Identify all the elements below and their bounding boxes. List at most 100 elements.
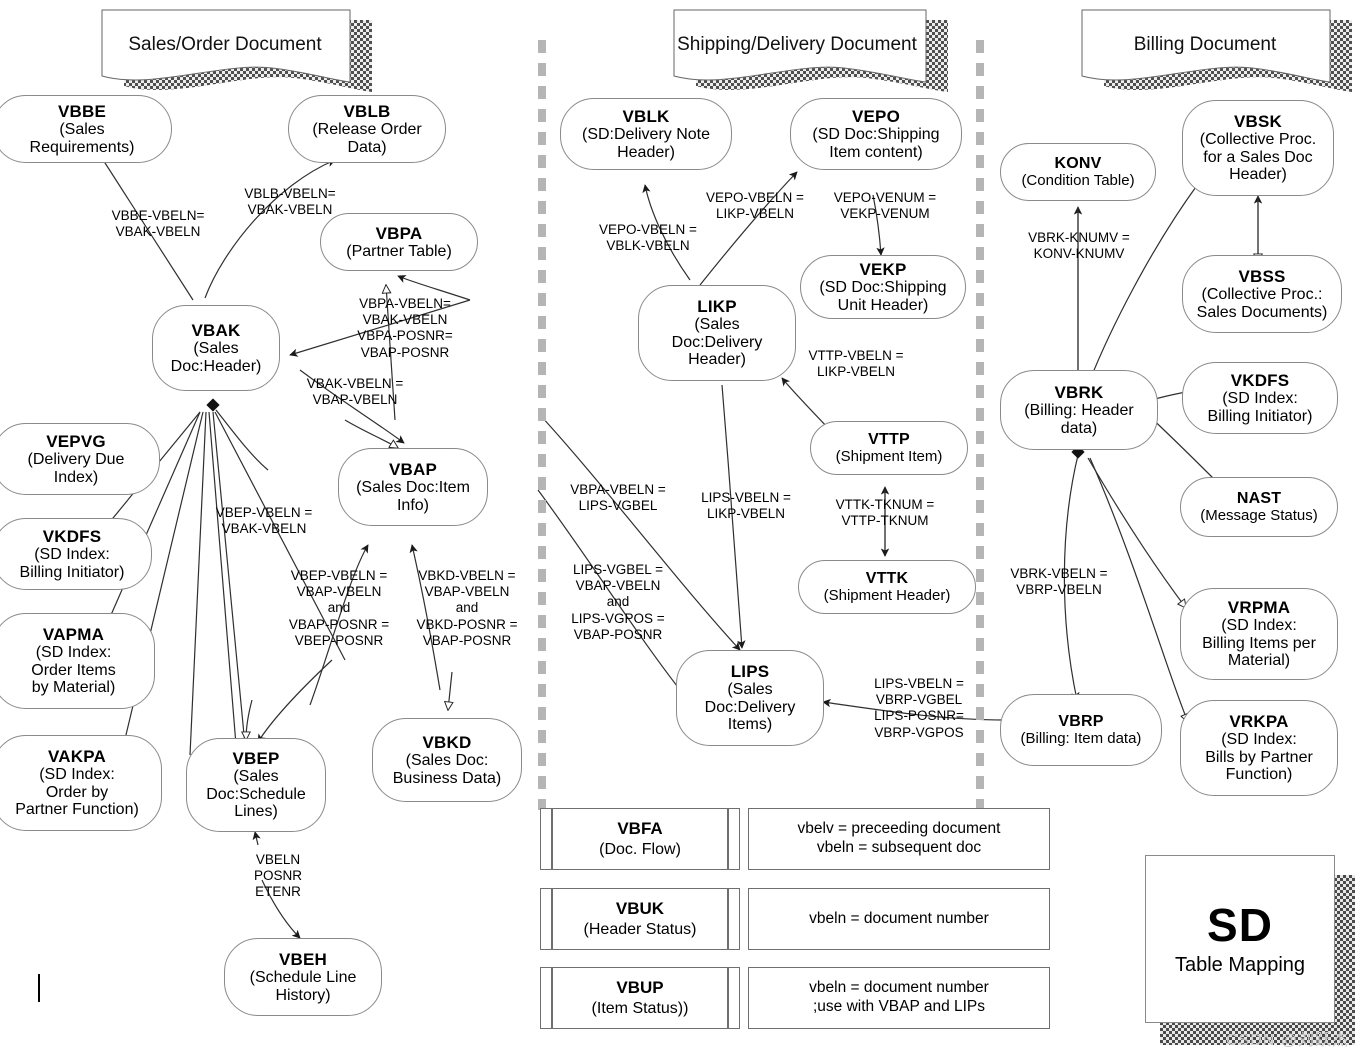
node-VBSK-desc: (Collective Proc. for a Sales Doc Header… xyxy=(1199,130,1317,184)
node-VRPMA-desc: (SD Index: Billing Items per Material) xyxy=(1202,616,1316,670)
node-VRPMA[interactable]: VRPMA (SD Index: Billing Items per Mater… xyxy=(1180,588,1338,680)
node-KONV[interactable]: KONV (Condition Table) xyxy=(1000,143,1156,201)
legend-vbfa-desc: (Doc. Flow) xyxy=(599,840,681,858)
node-VBRK-name: VBRK xyxy=(1054,382,1104,402)
node-VAPMA[interactable]: VAPMA (SD Index: Order Items by Material… xyxy=(0,613,155,709)
node-LIKP-desc: (Sales Doc:Delivery Header) xyxy=(671,315,763,369)
legend-text-vbup: vbeln = document number ;use with VBAP a… xyxy=(748,967,1050,1029)
node-VBSS-desc: (Collective Proc.: Sales Documents) xyxy=(1196,285,1328,321)
node-VBLB[interactable]: VBLB (Release Order Data) xyxy=(288,95,446,163)
node-VKDFS-right[interactable]: VKDFS (SD Index: Billing Initiator) xyxy=(1182,362,1338,434)
node-VKDFS-right-desc: (SD Index: Billing Initiator) xyxy=(1207,389,1313,425)
node-VBAK[interactable]: VBAK (Sales Doc:Header) xyxy=(152,305,280,391)
node-NAST-name: NAST xyxy=(1236,489,1282,507)
edge-label-lips-likp: LIPS-VBELN = LIKP-VBELN xyxy=(701,490,791,522)
edge-label-vbep-vbap: VBEP-VBELN = VBAP-VBELN and VBAP-POSNR =… xyxy=(288,568,390,648)
banner-sales-order: Sales/Order Document xyxy=(100,8,372,92)
node-VEPO[interactable]: VEPO (SD Doc:Shipping Item content) xyxy=(790,98,962,170)
node-VBRK[interactable]: VBRK (Billing: Header data) xyxy=(1000,370,1158,450)
edge-vbep-in-1 xyxy=(257,659,333,743)
node-LIPS-desc: (Sales Doc:Delivery Items) xyxy=(704,680,796,734)
edge-vttp-likp xyxy=(781,377,831,431)
edge-vbak-vbap-open xyxy=(344,419,398,448)
node-VEKP[interactable]: VEKP (SD Doc:Shipping Unit Header) xyxy=(800,255,966,319)
edge-likp-vepo xyxy=(699,171,798,286)
node-VBSK-name: VBSK xyxy=(1233,111,1283,131)
edge-label-vbpa-vbak: VBPA-VBELN= VBAK-VBELN VBPA-POSNR= VBAP-… xyxy=(357,296,453,360)
node-VEPVG[interactable]: VEPVG (Delivery Due Index) xyxy=(0,423,160,495)
node-VKDFS-right-name: VKDFS xyxy=(1230,370,1290,390)
edge-label-vbrk-konv: VBRK-KNUMV = KONV-KNUMV xyxy=(1028,230,1130,262)
banner-shipping-shape xyxy=(673,9,948,92)
legend-text-vbfa: vbelv = preceeding document vbeln = subs… xyxy=(748,808,1050,870)
edge-label-vepo-likp: VEPO-VBELN = LIKP-VBELN xyxy=(706,190,804,222)
node-VAKPA-name: VAKPA xyxy=(48,746,106,766)
edge-vbak-vbep-2 xyxy=(208,411,237,746)
node-VBPA[interactable]: VBPA (Partner Table) xyxy=(320,213,478,271)
node-VBLB-desc: (Release Order Data) xyxy=(312,120,422,156)
sd-table-mapping-diagram: Sales/Order Document Shipping/Delivery D… xyxy=(0,0,1369,1053)
legend-vbuk-name: VBUK xyxy=(615,899,665,919)
node-VTTK[interactable]: VTTK (Shipment Header) xyxy=(798,560,976,614)
edge-label-vbpa-lips: VBPA-VBELN = LIPS-VGBEL xyxy=(570,482,666,514)
legend-vbup-name: VBUP xyxy=(616,978,664,998)
watermark: CSDN @刘跃杰 xyxy=(1226,1032,1350,1049)
node-VBEH[interactable]: VBEH (Schedule Line History) xyxy=(224,938,382,1016)
node-VRKPA[interactable]: VRKPA (SD Index: Bills by Partner Functi… xyxy=(1180,700,1338,796)
node-VKDFS-left-name: VKDFS xyxy=(42,526,102,546)
edge-label-vepo-vekp: VEPO-VENUM = VEKP-VENUM xyxy=(833,190,937,222)
node-VBAK-name: VBAK xyxy=(191,320,241,340)
sd-plate-subtitle: Table Mapping xyxy=(1174,953,1306,976)
node-VBLB-name: VBLB xyxy=(343,101,391,121)
node-VTTP-name: VTTP xyxy=(868,430,910,448)
edge-label-lips-vbap: LIPS-VGBEL = VBAP-VBELN and LIPS-VGPOS =… xyxy=(571,562,665,642)
node-VBRP[interactable]: VBRP (Billing: Item data) xyxy=(1000,694,1162,766)
node-LIPS[interactable]: LIPS (Sales Doc:Delivery Items) xyxy=(676,650,824,746)
node-VEKP-name: VEKP xyxy=(859,259,907,279)
legend-vbuk-desc: (Header Status) xyxy=(583,920,697,938)
node-VAPMA-name: VAPMA xyxy=(42,624,105,644)
node-VKDFS-left-desc: (SD Index: Billing Initiator) xyxy=(19,545,125,581)
banner-sales-order-shape xyxy=(101,9,372,92)
legend-name-vbfa[interactable]: VBFA (Doc. Flow) xyxy=(552,808,728,870)
node-VBAK-desc: (Sales Doc:Header) xyxy=(170,339,262,375)
edge-vbep-in-open xyxy=(246,699,253,740)
node-VBEP-desc: (Sales Doc:Schedule Lines) xyxy=(206,767,306,821)
node-VBLK[interactable]: VBLK (SD:Delivery Note Header) xyxy=(560,98,732,170)
node-VTTK-name: VTTK xyxy=(865,569,909,587)
edge-label-vepo-vblk: VEPO-VBELN = VBLK-VBELN xyxy=(599,222,697,254)
edge-label-vttp-likp: VTTP-VBELN = LIKP-VBELN xyxy=(808,348,904,380)
node-VKDFS-left[interactable]: VKDFS (SD Index: Billing Initiator) xyxy=(0,518,152,590)
node-VBPA-name: VBPA xyxy=(375,223,423,243)
banner-billing-shape xyxy=(1081,9,1352,92)
edge-label-lips-vbrp: LIPS-VBELN = VBRP-VGBEL LIPS-POSNR= VBRP… xyxy=(874,676,964,740)
legend-name-vbup[interactable]: VBUP (Item Status)) xyxy=(552,967,728,1029)
edge-label-vbbe-vbak: VBBE-VBELN= VBAK-VBELN xyxy=(111,208,205,240)
node-VBAP[interactable]: VBAP (Sales Doc:Item Info) xyxy=(338,448,488,526)
node-VBSS-name: VBSS xyxy=(1238,266,1286,286)
node-VBSS[interactable]: VBSS (Collective Proc.: Sales Documents) xyxy=(1182,255,1342,333)
node-VTTP[interactable]: VTTP (Shipment Item) xyxy=(810,421,968,475)
node-LIPS-name: LIPS xyxy=(730,661,770,681)
legend-text-vbuk: vbeln = document number xyxy=(748,888,1050,950)
node-VEPO-name: VEPO xyxy=(851,106,901,126)
node-NAST[interactable]: NAST (Message Status) xyxy=(1180,477,1338,537)
node-VBBE[interactable]: VBBE (Sales Requirements) xyxy=(0,95,172,163)
legend-name-vbuk[interactable]: VBUK (Header Status) xyxy=(552,888,728,950)
node-VBAP-desc: (Sales Doc:Item Info) xyxy=(356,478,470,514)
sd-plate-title: SD xyxy=(1207,898,1273,951)
node-VBKD[interactable]: VBKD (Sales Doc: Business Data) xyxy=(372,718,522,802)
node-LIKP-name: LIKP xyxy=(697,296,737,316)
sd-plate: SD Table Mapping xyxy=(1145,855,1335,1023)
node-LIKP[interactable]: LIKP (Sales Doc:Delivery Header) xyxy=(638,285,796,381)
legend-tick-vbuk-left xyxy=(540,888,552,950)
node-VBEP-name: VBEP xyxy=(232,748,280,768)
node-VBSK[interactable]: VBSK (Collective Proc. for a Sales Doc H… xyxy=(1182,100,1334,196)
edge-vbak-vbep xyxy=(212,411,246,746)
legend-tick-vbfa-left xyxy=(540,808,552,870)
node-VBEP[interactable]: VBEP (Sales Doc:Schedule Lines) xyxy=(186,738,326,832)
node-VTTP-desc: (Shipment Item) xyxy=(835,447,943,465)
edge-label-vttk-vttp: VTTK-TKNUM = VTTP-TKNUM xyxy=(835,497,935,529)
node-KONV-desc: (Condition Table) xyxy=(1021,171,1135,189)
node-VAKPA[interactable]: VAKPA (SD Index: Order by Partner Functi… xyxy=(0,735,162,831)
